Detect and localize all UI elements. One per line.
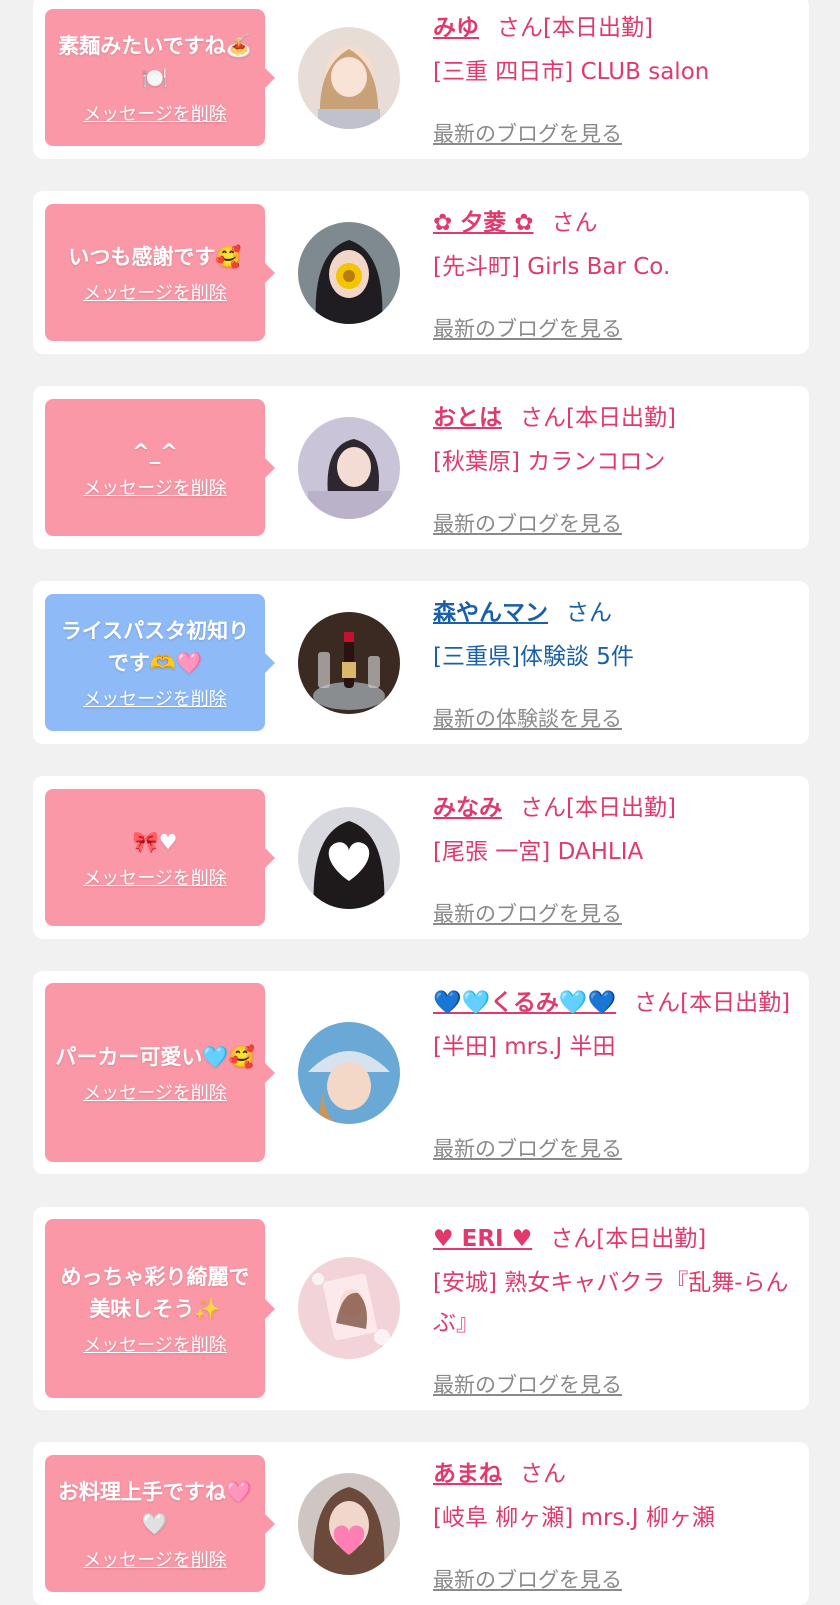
shop-link[interactable]: [岐阜 柳ヶ瀬] mrs.J 柳ヶ瀬 <box>433 1498 797 1538</box>
name-suffix: さん[本日出勤] <box>550 1226 707 1252</box>
message-text: ライスパスタ初知りです🫶🩷 <box>60 618 250 675</box>
delete-message-link[interactable]: メッセージを削除 <box>83 104 227 126</box>
message-list: 素麺みたいですね🍝🍽️ メッセージを削除 みゆ さん[本日出勤] [三重 四日市]… <box>0 0 840 1605</box>
latest-blog-link[interactable]: 最新のブログを見る <box>433 1369 622 1399</box>
user-name-link[interactable]: ♥ ERI ♥ <box>433 1226 532 1252</box>
list-item: 🎀♥ メッセージを削除 みなみ さん[本日出勤] [尾張 一宮] DAHLIA 最… <box>33 776 809 939</box>
delete-message-link[interactable]: メッセージを削除 <box>83 1083 227 1105</box>
latest-blog-link[interactable]: 最新のブログを見る <box>433 898 622 928</box>
name-suffix: さん[本日出勤] <box>520 405 676 431</box>
delete-message-link[interactable]: メッセージを削除 <box>83 478 227 500</box>
message-bubble: パーカー可愛い🩵🥰 メッセージを削除 <box>45 983 275 1162</box>
name-suffix: さん <box>551 210 598 236</box>
message-bubble: めっちゃ彩り綺麗で美味しそう✨ メッセージを削除 <box>45 1219 275 1398</box>
list-item: 素麺みたいですね🍝🍽️ メッセージを削除 みゆ さん[本日出勤] [三重 四日市]… <box>33 0 809 159</box>
latest-blog-link[interactable]: 最新のブログを見る <box>433 118 622 148</box>
delete-message-link[interactable]: メッセージを削除 <box>83 689 227 711</box>
delete-message-link[interactable]: メッセージを削除 <box>83 868 227 890</box>
shop-link[interactable]: [尾張 一宮] DAHLIA <box>433 832 797 872</box>
latest-blog-link[interactable]: 最新のブログを見る <box>433 508 622 538</box>
avatar-photo <box>298 27 400 129</box>
latest-blog-link[interactable]: 最新のブログを見る <box>433 1133 622 1163</box>
shop-link[interactable]: [秋葉原] カランコロン <box>433 442 797 482</box>
user-name-link[interactable]: あまね <box>433 1461 502 1487</box>
user-name-link[interactable]: おとは <box>433 405 502 431</box>
shop-link[interactable]: [先斗町] Girls Bar Co. <box>433 247 797 287</box>
avatar[interactable] <box>298 1473 400 1575</box>
avatar-photo <box>298 1022 400 1124</box>
avatar[interactable] <box>298 1257 400 1359</box>
list-item: ライスパスタ初知りです🫶🩷 メッセージを削除 森やんマン さん [三重県]体験談 … <box>33 581 809 744</box>
name-suffix: さん[本日出勤] <box>634 990 791 1016</box>
user-name-link[interactable]: みゆ <box>433 15 479 41</box>
message-bubble: 🎀♥ メッセージを削除 <box>45 789 275 926</box>
avatar[interactable] <box>298 222 400 324</box>
message-text: 素麺みたいですね🍝🍽️ <box>58 33 252 90</box>
user-name-link[interactable]: ✿ 夕菱 ✿ <box>433 210 534 236</box>
user-name-link[interactable]: みなみ <box>433 795 502 821</box>
message-text: パーカー可愛い🩵🥰 <box>55 1044 255 1069</box>
delete-message-link[interactable]: メッセージを削除 <box>83 1335 227 1357</box>
message-text: いつも感謝です🥰 <box>68 244 242 269</box>
message-bubble: ^_^ メッセージを削除 <box>45 399 275 536</box>
user-name-link[interactable]: 森やんマン <box>433 600 548 626</box>
avatar[interactable] <box>298 612 400 714</box>
message-bubble: お料理上手ですね🩷🤍 メッセージを削除 <box>45 1455 275 1592</box>
avatar[interactable] <box>298 417 400 519</box>
name-suffix: さん <box>566 600 612 626</box>
name-suffix: さん[本日出勤] <box>520 795 676 821</box>
latest-review-link[interactable]: 最新の体験談を見る <box>433 703 622 733</box>
message-bubble: いつも感謝です🥰 メッセージを削除 <box>45 204 275 341</box>
message-text: めっちゃ彩り綺麗で美味しそう✨ <box>60 1264 250 1321</box>
name-suffix: さん <box>520 1461 566 1487</box>
shop-link[interactable]: [安城] 熟女キャバクラ『乱舞-らんぶ』 <box>433 1263 797 1343</box>
list-item: パーカー可愛い🩵🥰 メッセージを削除 💙🩵くるみ🩵💙 さん[本日出勤] [半田] … <box>33 971 809 1174</box>
avatar-photo <box>298 612 400 714</box>
avatar[interactable] <box>298 807 400 909</box>
avatar[interactable] <box>298 1022 400 1124</box>
message-text: ^_^ <box>132 439 178 464</box>
delete-message-link[interactable]: メッセージを削除 <box>83 1550 227 1572</box>
delete-message-link[interactable]: メッセージを削除 <box>83 283 227 305</box>
shop-link[interactable]: [半田] mrs.J 半田 <box>433 1027 797 1067</box>
message-text: 🎀♥ <box>132 829 178 854</box>
avatar-photo <box>298 807 400 909</box>
name-suffix: さん[本日出勤] <box>497 15 653 41</box>
user-name-link[interactable]: 💙🩵くるみ🩵💙 <box>433 990 616 1016</box>
avatar-photo <box>298 222 400 324</box>
list-item: めっちゃ彩り綺麗で美味しそう✨ メッセージを削除 ♥ ERI ♥ さん[本日出勤]… <box>33 1207 809 1410</box>
latest-blog-link[interactable]: 最新のブログを見る <box>433 313 622 343</box>
message-bubble: ライスパスタ初知りです🫶🩷 メッセージを削除 <box>45 594 275 731</box>
avatar[interactable] <box>298 27 400 129</box>
list-item: お料理上手ですね🩷🤍 メッセージを削除 あまね さん [岐阜 柳ヶ瀬] mrs.J… <box>33 1442 809 1605</box>
avatar-photo <box>298 1473 400 1575</box>
message-bubble: 素麺みたいですね🍝🍽️ メッセージを削除 <box>45 9 275 146</box>
message-text: お料理上手ですね🩷🤍 <box>57 1479 253 1536</box>
list-item: いつも感謝です🥰 メッセージを削除 ✿ 夕菱 ✿ さん [先斗町] Girls B… <box>33 191 809 354</box>
list-item: ^_^ メッセージを削除 おとは さん[本日出勤] [秋葉原] カランコロン 最新… <box>33 386 809 549</box>
shop-link[interactable]: [三重 四日市] CLUB salon <box>433 52 797 92</box>
latest-blog-link[interactable]: 最新のブログを見る <box>433 1564 622 1594</box>
avatar-photo <box>298 1257 400 1359</box>
shop-link[interactable]: [三重県]体験談 5件 <box>433 637 797 677</box>
avatar-photo <box>298 417 400 519</box>
